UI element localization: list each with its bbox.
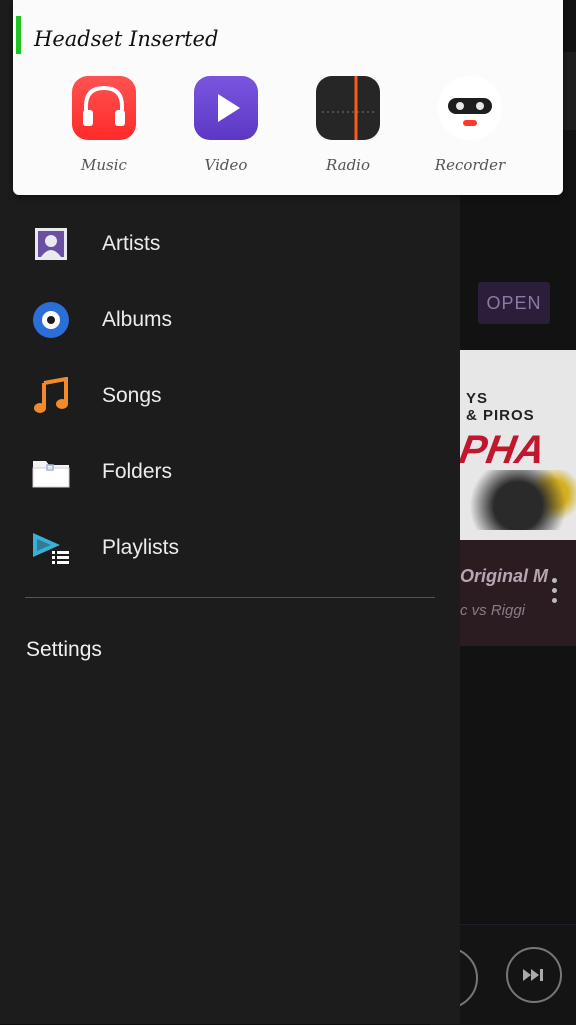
- app-shortcut-video[interactable]: Video: [181, 76, 271, 186]
- app-shortcut-music[interactable]: Music: [59, 76, 149, 186]
- notification-accent-bar: [16, 16, 21, 54]
- settings-label: Settings: [26, 638, 102, 661]
- radio-dial-icon: [316, 76, 380, 140]
- nav-item-artists[interactable]: Artists: [0, 206, 460, 282]
- artist-portrait-icon: [32, 225, 70, 263]
- song-artist: c vs Riggi: [460, 602, 526, 619]
- folder-icon: [32, 453, 70, 491]
- app-shortcut-recorder[interactable]: Recorder: [425, 76, 515, 186]
- nav-item-label: Playlists: [102, 536, 180, 559]
- song-title: Original M: [460, 566, 549, 586]
- album-disc-icon: [32, 301, 70, 339]
- app-label: Music: [81, 156, 127, 174]
- recorder-robot-icon: [438, 76, 502, 140]
- nav-item-label: Artists: [102, 232, 161, 255]
- nav-item-albums[interactable]: Albums: [0, 282, 460, 358]
- playlist-icon: [32, 529, 70, 567]
- more-options-icon[interactable]: [552, 578, 558, 608]
- nav-item-label: Songs: [102, 384, 162, 407]
- notification-title: Headset Inserted: [34, 27, 219, 51]
- nav-item-songs[interactable]: Songs: [0, 358, 460, 434]
- album-art-text: YS & PIROS: [466, 390, 535, 424]
- nav-item-playlists[interactable]: Playlists: [0, 510, 460, 586]
- album-art-splash: [470, 470, 576, 530]
- skip-next-icon: [523, 969, 543, 981]
- app-label: Recorder: [434, 156, 506, 174]
- album-art-title: PHA: [456, 428, 549, 472]
- headphones-icon: [72, 76, 136, 140]
- nav-item-folders[interactable]: Folders: [0, 434, 460, 510]
- music-note-icon: [32, 376, 70, 415]
- app-label: Video: [204, 156, 248, 174]
- nav-item-settings[interactable]: Settings: [0, 624, 460, 676]
- next-track-button[interactable]: [506, 947, 562, 1003]
- play-icon: [194, 76, 258, 140]
- app-shortcut-radio[interactable]: Radio: [303, 76, 393, 186]
- drawer-divider: [25, 597, 435, 598]
- headset-notification: Headset Inserted Music Video Radio Recor…: [13, 0, 563, 195]
- nav-item-label: Folders: [102, 460, 173, 483]
- nav-item-label: Albums: [102, 308, 173, 331]
- app-label: Radio: [325, 156, 370, 174]
- open-button[interactable]: OPEN: [478, 282, 550, 324]
